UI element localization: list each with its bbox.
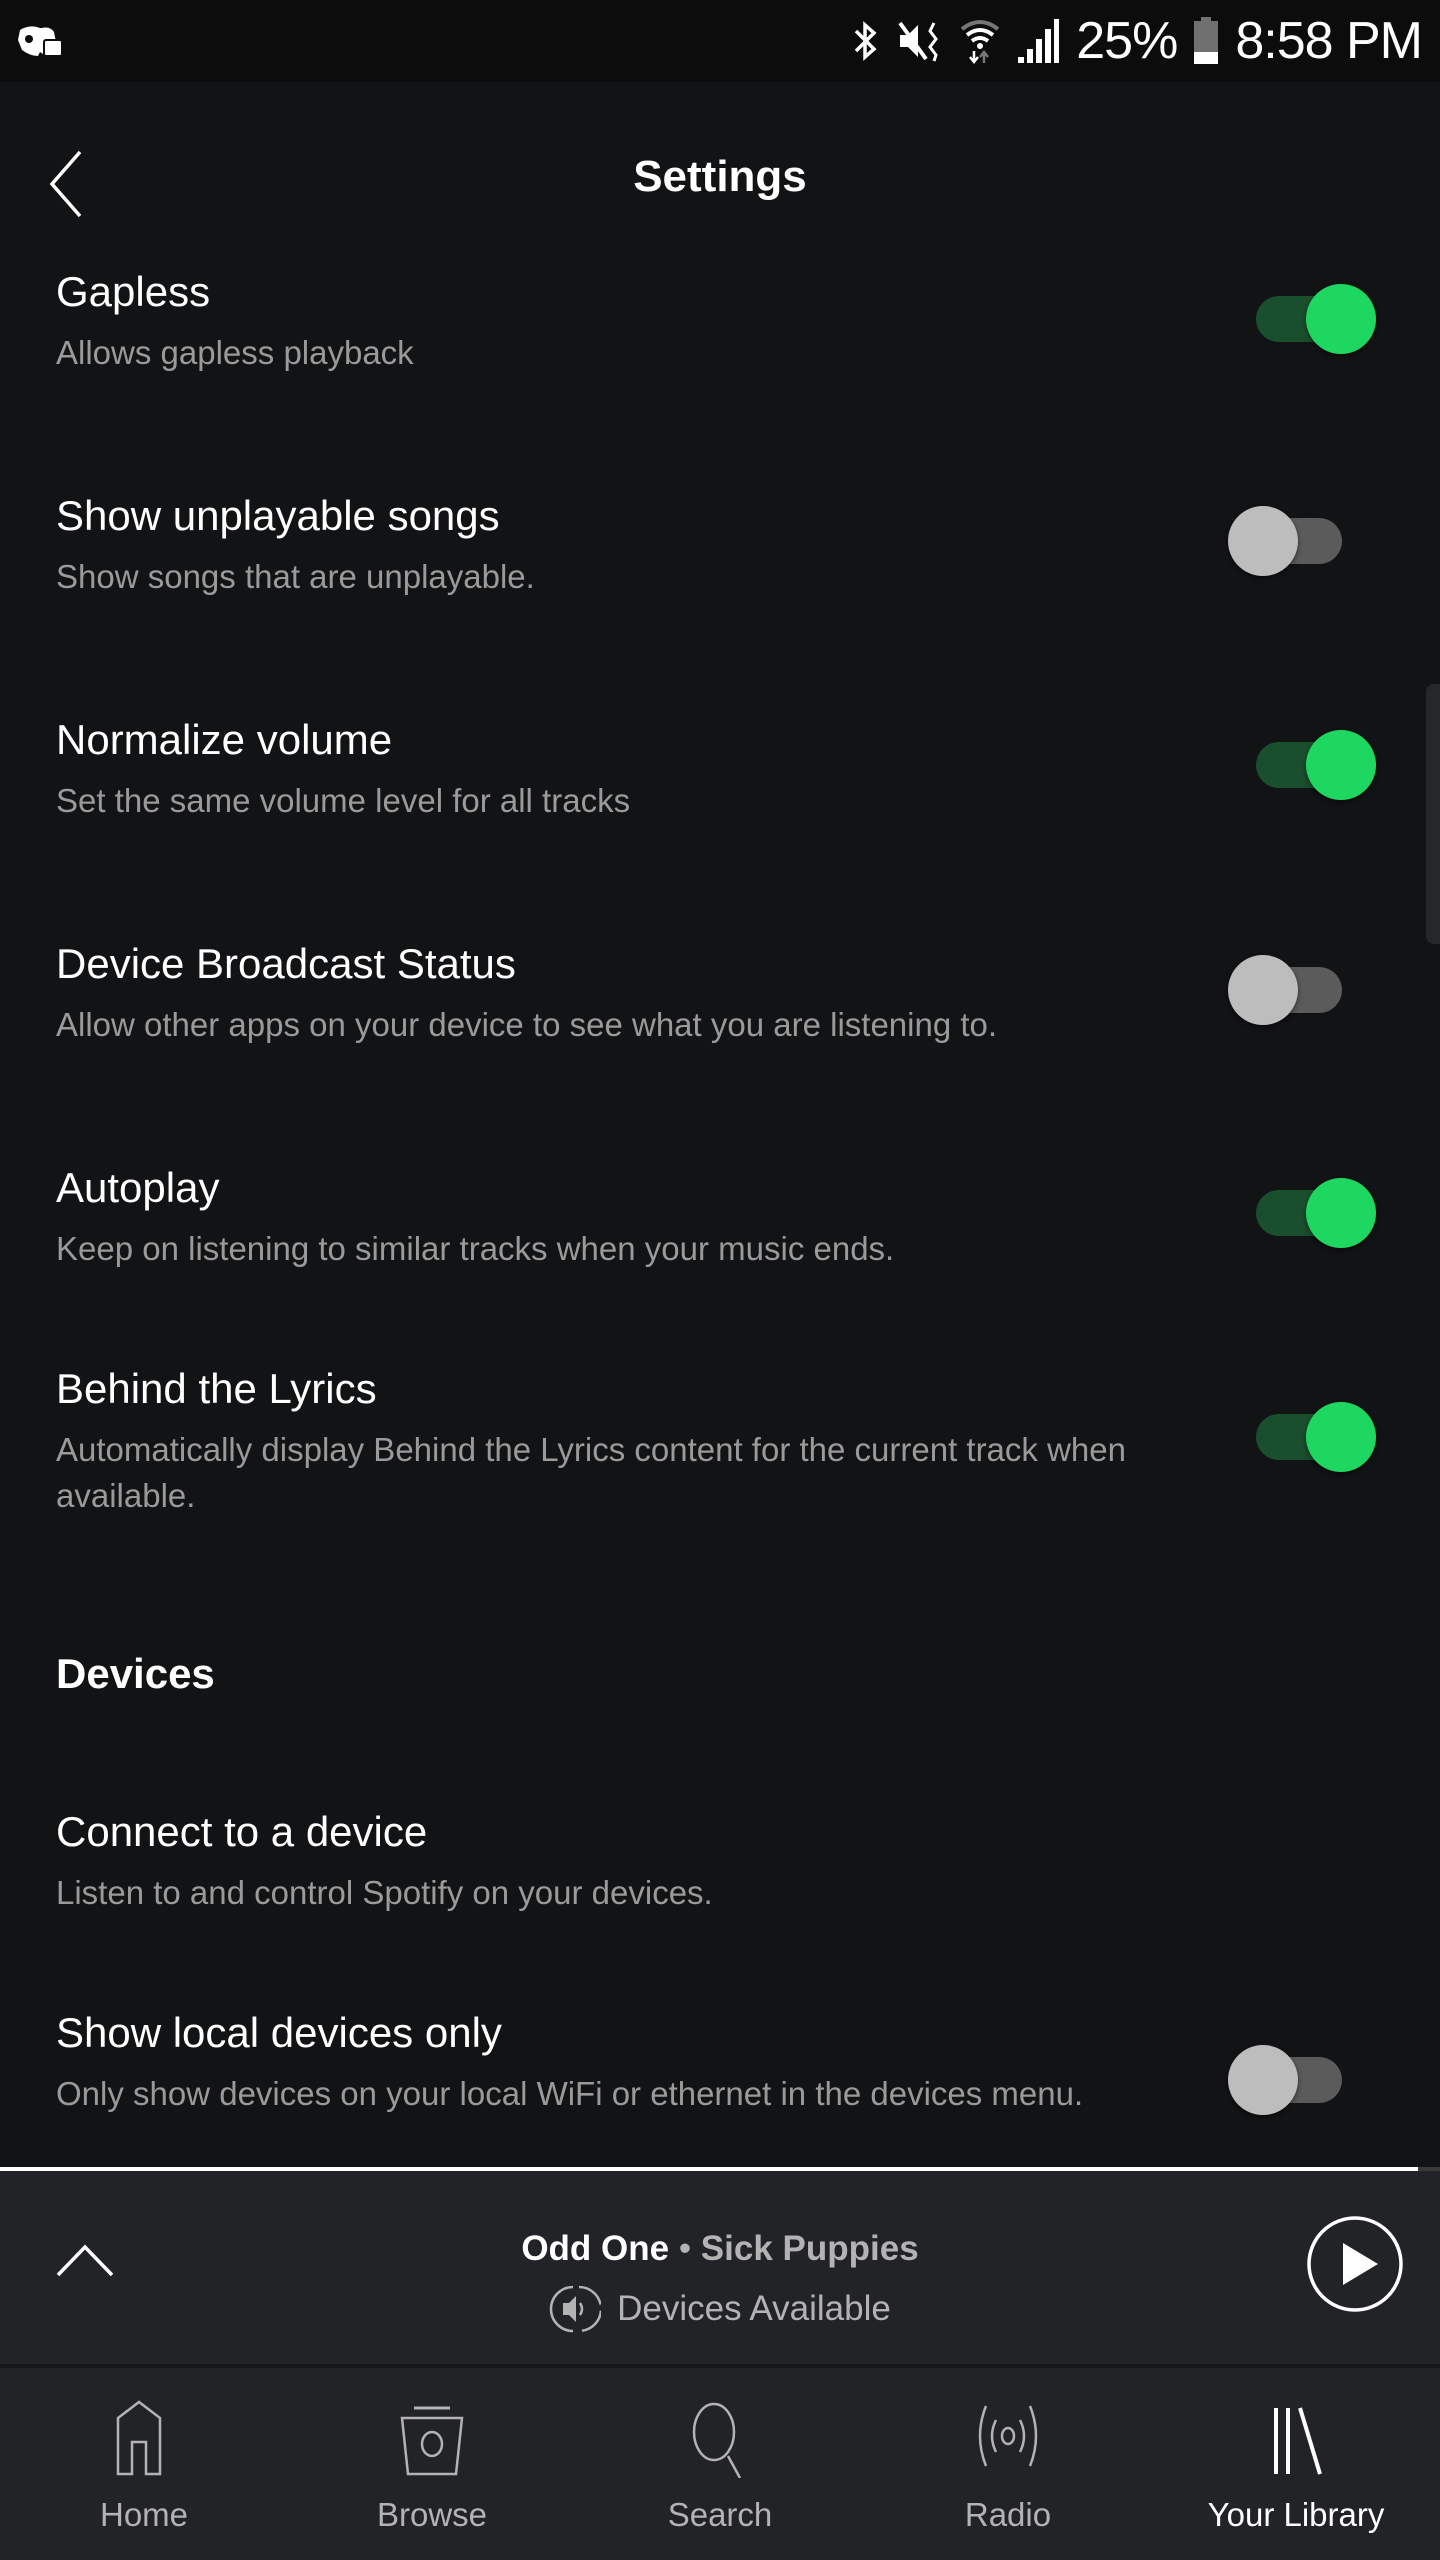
scrollbar[interactable] xyxy=(1426,684,1440,944)
setting-subtitle: Show songs that are unplayable. xyxy=(56,558,535,595)
cell-signal-icon xyxy=(1018,19,1060,63)
nav-search[interactable]: Search xyxy=(576,2368,864,2560)
normalize-volume-toggle[interactable] xyxy=(1228,730,1376,800)
browse-icon xyxy=(400,2406,464,2476)
play-circle-icon[interactable] xyxy=(1306,2215,1404,2313)
setting-subtitle: Only show devices on your local WiFi or … xyxy=(56,2075,1084,2112)
speaker-icon xyxy=(549,2285,602,2333)
bluetooth-icon xyxy=(855,21,877,61)
setting-title: Autoplay xyxy=(56,1164,220,1211)
now-playing-song: Odd One xyxy=(521,2229,670,2268)
devices-available-button[interactable]: Devices Available xyxy=(0,2283,1440,2335)
vibrate-mute-icon xyxy=(898,21,939,62)
nav-label: Radio xyxy=(964,2496,1052,2533)
now-playing-artist: Sick Puppies xyxy=(700,2229,919,2268)
home-icon xyxy=(116,2400,162,2476)
nav-home[interactable]: Home xyxy=(0,2368,288,2560)
devices-available-label: Devices Available xyxy=(617,2289,891,2328)
setting-title: Normalize volume xyxy=(56,716,393,763)
behind-the-lyrics-toggle[interactable] xyxy=(1228,1402,1376,1472)
mini-player[interactable]: Odd One • Sick Puppies Devices Available xyxy=(0,2171,1440,2364)
nav-label: Browse xyxy=(376,2496,488,2533)
bottom-navigation: Home Browse Search Radio Your Library xyxy=(0,2364,1440,2560)
nav-radio[interactable]: Radio xyxy=(864,2368,1152,2560)
app-header: Settings xyxy=(0,82,1440,282)
now-playing-track: Odd One • Sick Puppies xyxy=(0,2229,1440,2269)
nav-label: Your Library xyxy=(1207,2496,1385,2533)
setting-subtitle: Automatically display Behind the Lyrics … xyxy=(56,1431,1126,1514)
search-icon xyxy=(692,2402,742,2478)
setting-title: Show unplayable songs xyxy=(56,492,500,539)
nav-label: Search xyxy=(667,2496,773,2533)
show-unplayable-toggle[interactable] xyxy=(1228,506,1348,576)
library-icon xyxy=(1274,2407,1322,2475)
nav-your-library[interactable]: Your Library xyxy=(1152,2368,1440,2560)
settings-list[interactable]: Gapless Allows gapless playback Show unp… xyxy=(0,260,1440,2166)
clock: 8:58 PM xyxy=(1235,12,1423,70)
nav-browse[interactable]: Browse xyxy=(288,2368,576,2560)
setting-subtitle: Allows gapless playback xyxy=(56,334,414,371)
setting-title: Device Broadcast Status xyxy=(56,940,516,987)
section-heading-devices: Devices xyxy=(56,1650,215,1697)
setting-title: Show local devices only xyxy=(56,2009,502,2056)
setting-subtitle: Set the same volume level for all tracks xyxy=(56,782,631,819)
status-bar: 25% 8:58 PM xyxy=(0,0,1440,82)
setting-subtitle: Keep on listening to similar tracks when… xyxy=(56,1230,895,1267)
setting-title: Behind the Lyrics xyxy=(56,1365,377,1412)
separator: • xyxy=(669,2229,701,2268)
radio-icon xyxy=(978,2405,1038,2467)
page-title: Settings xyxy=(633,152,807,201)
setting-title: Connect to a device xyxy=(56,1808,428,1855)
device-broadcast-toggle[interactable] xyxy=(1228,955,1348,1025)
gapless-toggle[interactable] xyxy=(1228,284,1376,354)
battery-icon xyxy=(1194,17,1219,64)
nav-label: Home xyxy=(99,2496,189,2533)
local-devices-only-toggle[interactable] xyxy=(1228,2045,1348,2115)
wifi-icon xyxy=(961,20,1000,65)
setting-subtitle: Allow other apps on your device to see w… xyxy=(56,1006,998,1043)
battery-percent: 25% xyxy=(1076,12,1178,70)
autoplay-toggle[interactable] xyxy=(1228,1178,1376,1248)
setting-title: Gapless xyxy=(56,268,211,315)
setting-subtitle: Listen to and control Spotify on your de… xyxy=(56,1874,713,1911)
discord-notification-icon xyxy=(18,26,63,57)
